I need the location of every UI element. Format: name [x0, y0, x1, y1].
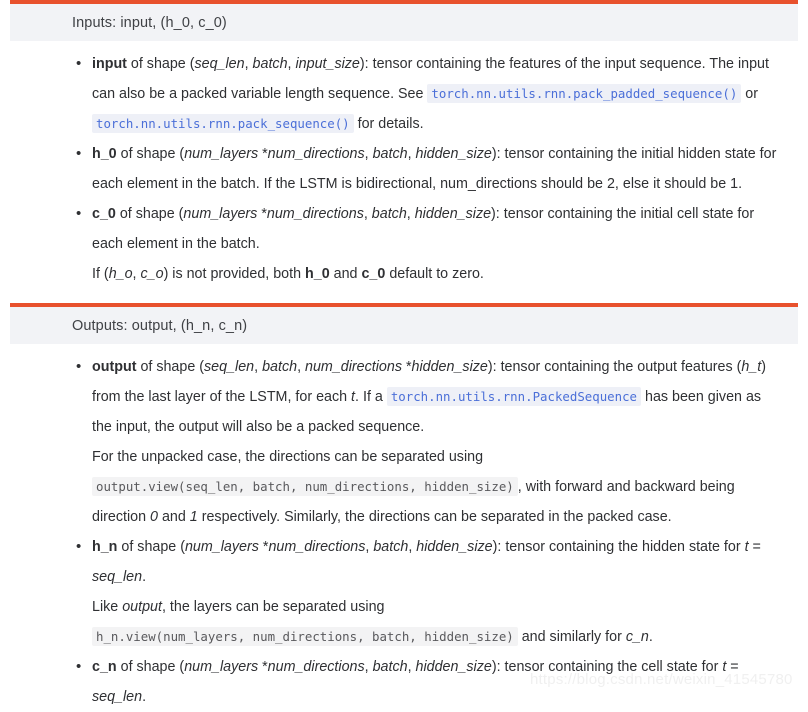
shape-open: of shape (: [126, 56, 195, 72]
inputs-header-label: Inputs: input, (h_0, c_0): [72, 14, 227, 31]
list-item-hn: h_n of shape (num_layers *num_directions…: [13, 532, 795, 592]
code-link-pack-sequence[interactable]: torch.nn.utils.rnn.pack_sequence(): [92, 114, 354, 133]
shape-open: of shape (: [136, 359, 205, 375]
list-item-h0: h_0 of shape (num_layers *num_directions…: [13, 139, 795, 199]
shape-part: batch: [262, 359, 298, 375]
shape-part: hidden_size: [416, 539, 493, 555]
list-item-c0: c_0 of shape (num_layers *num_directions…: [13, 199, 795, 259]
arg-description-text: tensor containing the hidden state for: [505, 539, 745, 555]
note-tail: default to zero.: [385, 266, 484, 282]
outputs-header-label: Outputs: output, (h_n, c_n): [72, 317, 248, 334]
italic-seqlen: seq_len: [92, 689, 143, 705]
shape-part: num_directions: [266, 206, 364, 222]
arg-name-h0: h_0: [92, 146, 117, 162]
shape-part: num_layers: [184, 659, 259, 675]
outputs-argument-list-2: h_n of shape (num_layers *num_directions…: [13, 532, 795, 592]
shape-part: hidden_size: [415, 146, 492, 162]
shape-part: num_directions: [268, 539, 366, 555]
shape-part: num_directions: [267, 659, 365, 675]
shape-part: batch: [372, 659, 408, 675]
note-text: For the unpacked case, the directions ca…: [92, 449, 484, 465]
shape-open: of shape (: [116, 146, 185, 162]
layers-separation-note: Like output, the layers can be separated…: [13, 592, 795, 652]
shape-close: ):: [359, 56, 373, 72]
shape-close: ):: [491, 659, 505, 675]
shape-close: ):: [487, 359, 501, 375]
shape-close: ):: [491, 206, 504, 222]
note-text: , the layers can be separated using: [161, 599, 385, 615]
arg-description-text: or: [741, 86, 758, 102]
documentation-page: Inputs: input, (h_0, c_0) input of shape…: [0, 0, 808, 705]
shape-part: hidden_size: [415, 659, 492, 675]
note-text: respectively. Similarly, the directions …: [197, 509, 672, 525]
shape-part: num_directions: [267, 146, 365, 162]
arg-name-input: input: [92, 56, 127, 72]
code-literal-hn-view: h_n.view(num_layers, num_directions, bat…: [92, 627, 518, 646]
arg-description-text: tensor containing the output features (: [500, 359, 742, 375]
shape-close: ):: [492, 539, 506, 555]
note-text: .: [648, 629, 653, 645]
list-item-output: output of shape (seq_len, batch, num_dir…: [13, 352, 795, 442]
note-lead: If (: [92, 266, 109, 282]
italic-direction-1: 1: [189, 509, 198, 525]
shape-part: seq_len: [194, 56, 245, 72]
italic-ht: h_t: [741, 359, 762, 375]
shape-part: batch: [371, 206, 407, 222]
arg-name-c0: c_0: [92, 206, 116, 222]
list-item-input: input of shape (seq_len, batch, input_si…: [13, 49, 795, 139]
note-text: ) is not provided, both: [163, 266, 306, 282]
shape-open: of shape (: [117, 539, 185, 555]
note-bold-c0: c_0: [361, 266, 386, 282]
shape-part: num_layers: [184, 539, 259, 555]
shape-part: batch: [373, 539, 409, 555]
note-text: and: [157, 509, 190, 525]
shape-part: hidden_size: [414, 206, 492, 222]
note-text: Like: [92, 599, 123, 615]
shape-part: hidden_size: [411, 359, 488, 375]
shape-part: seq_len: [204, 359, 255, 375]
shape-close: ):: [491, 146, 505, 162]
arg-name-cn: c_n: [92, 659, 117, 675]
arg-description-text: . If a: [355, 389, 387, 405]
csdn-watermark: https://blog.csdn.net/weixin_41545780: [530, 671, 793, 688]
shape-open: of shape (: [115, 206, 184, 222]
code-literal-output-view: output.view(seq_len, batch, num_directio…: [92, 477, 518, 496]
shape-part: num_directions: [305, 359, 402, 375]
outputs-section-body: output of shape (seq_len, batch, num_dir…: [0, 344, 808, 712]
shape-part: batch: [372, 146, 408, 162]
inputs-section-header: Inputs: input, (h_0, c_0): [10, 0, 798, 41]
arg-name-hn: h_n: [92, 539, 118, 555]
shape-part: num_layers: [184, 146, 259, 162]
code-link-packed-sequence[interactable]: torch.nn.utils.rnn.PackedSequence: [386, 387, 642, 406]
note-var-h0: h_o: [108, 266, 133, 282]
unpacked-case-note: For the unpacked case, the directions ca…: [13, 442, 795, 532]
italic-seqlen: seq_len: [92, 569, 143, 585]
note-sep: ,: [132, 266, 141, 282]
italic-output: output: [122, 599, 162, 615]
arg-name-output: output: [92, 359, 137, 375]
shape-part: num_layers: [183, 206, 258, 222]
italic-cn: c_n: [625, 629, 649, 645]
arg-description-text: .: [142, 689, 147, 705]
shape-open: of shape (: [116, 659, 185, 675]
outputs-argument-list: output of shape (seq_len, batch, num_dir…: [13, 352, 795, 442]
inputs-section-body: input of shape (seq_len, batch, input_si…: [0, 41, 808, 289]
shape-part: input_size: [295, 56, 360, 72]
note-text: and: [329, 266, 362, 282]
arg-description-text: =: [748, 539, 761, 555]
note-bold-h0: h_0: [305, 266, 330, 282]
italic-direction-0: 0: [150, 509, 158, 525]
arg-description-text: for details.: [353, 116, 424, 132]
default-zero-note: If (h_o, c_o) is not provided, both h_0 …: [13, 259, 795, 289]
outputs-section-header: Outputs: output, (h_n, c_n): [10, 303, 798, 344]
note-text: and similarly for: [517, 629, 626, 645]
arg-description-text: .: [142, 569, 147, 585]
note-var-c0: c_o: [140, 266, 164, 282]
inputs-argument-list: input of shape (seq_len, batch, input_si…: [13, 49, 795, 259]
code-link-pack-padded-sequence[interactable]: torch.nn.utils.rnn.pack_padded_sequence(…: [427, 84, 742, 103]
shape-part: batch: [252, 56, 288, 72]
